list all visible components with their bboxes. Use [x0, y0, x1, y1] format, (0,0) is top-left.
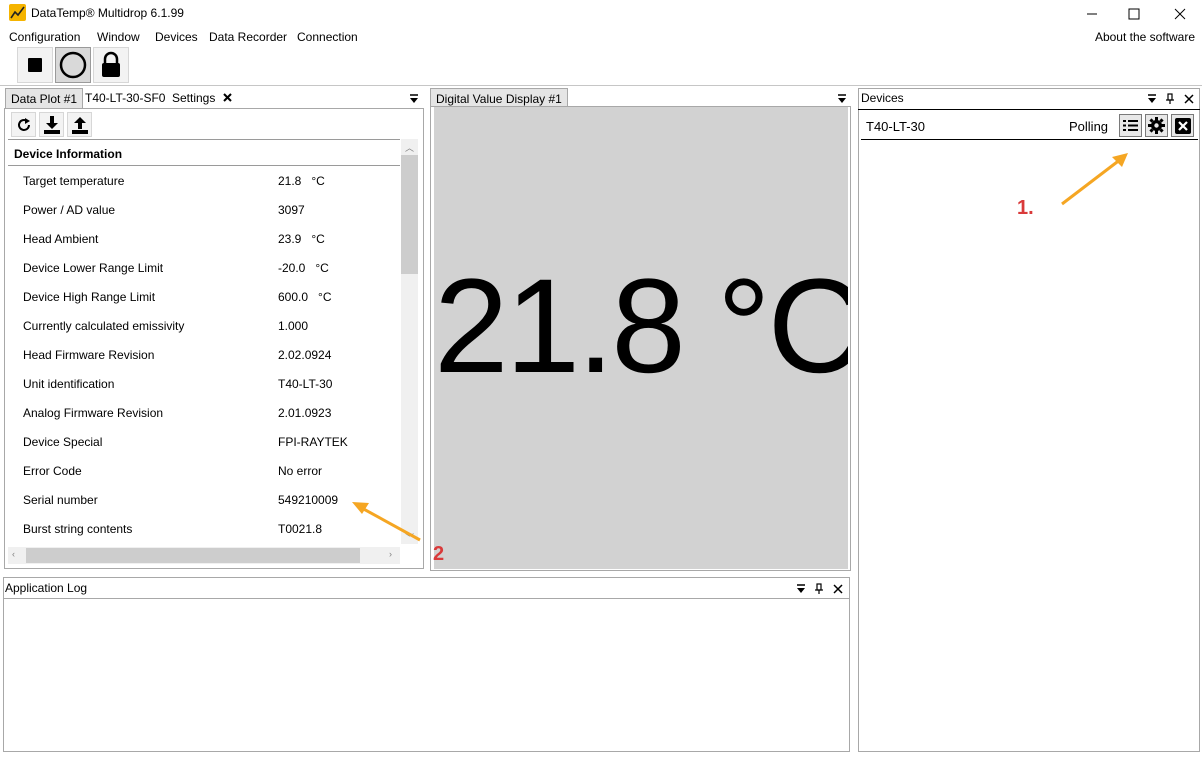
- arrow-1-line: [1061, 157, 1122, 206]
- annotation-layer: [352, 153, 1128, 542]
- arrow-2-line: [359, 505, 421, 542]
- callout-1: 1.: [1017, 197, 1034, 219]
- callout-2: 2: [433, 543, 445, 565]
